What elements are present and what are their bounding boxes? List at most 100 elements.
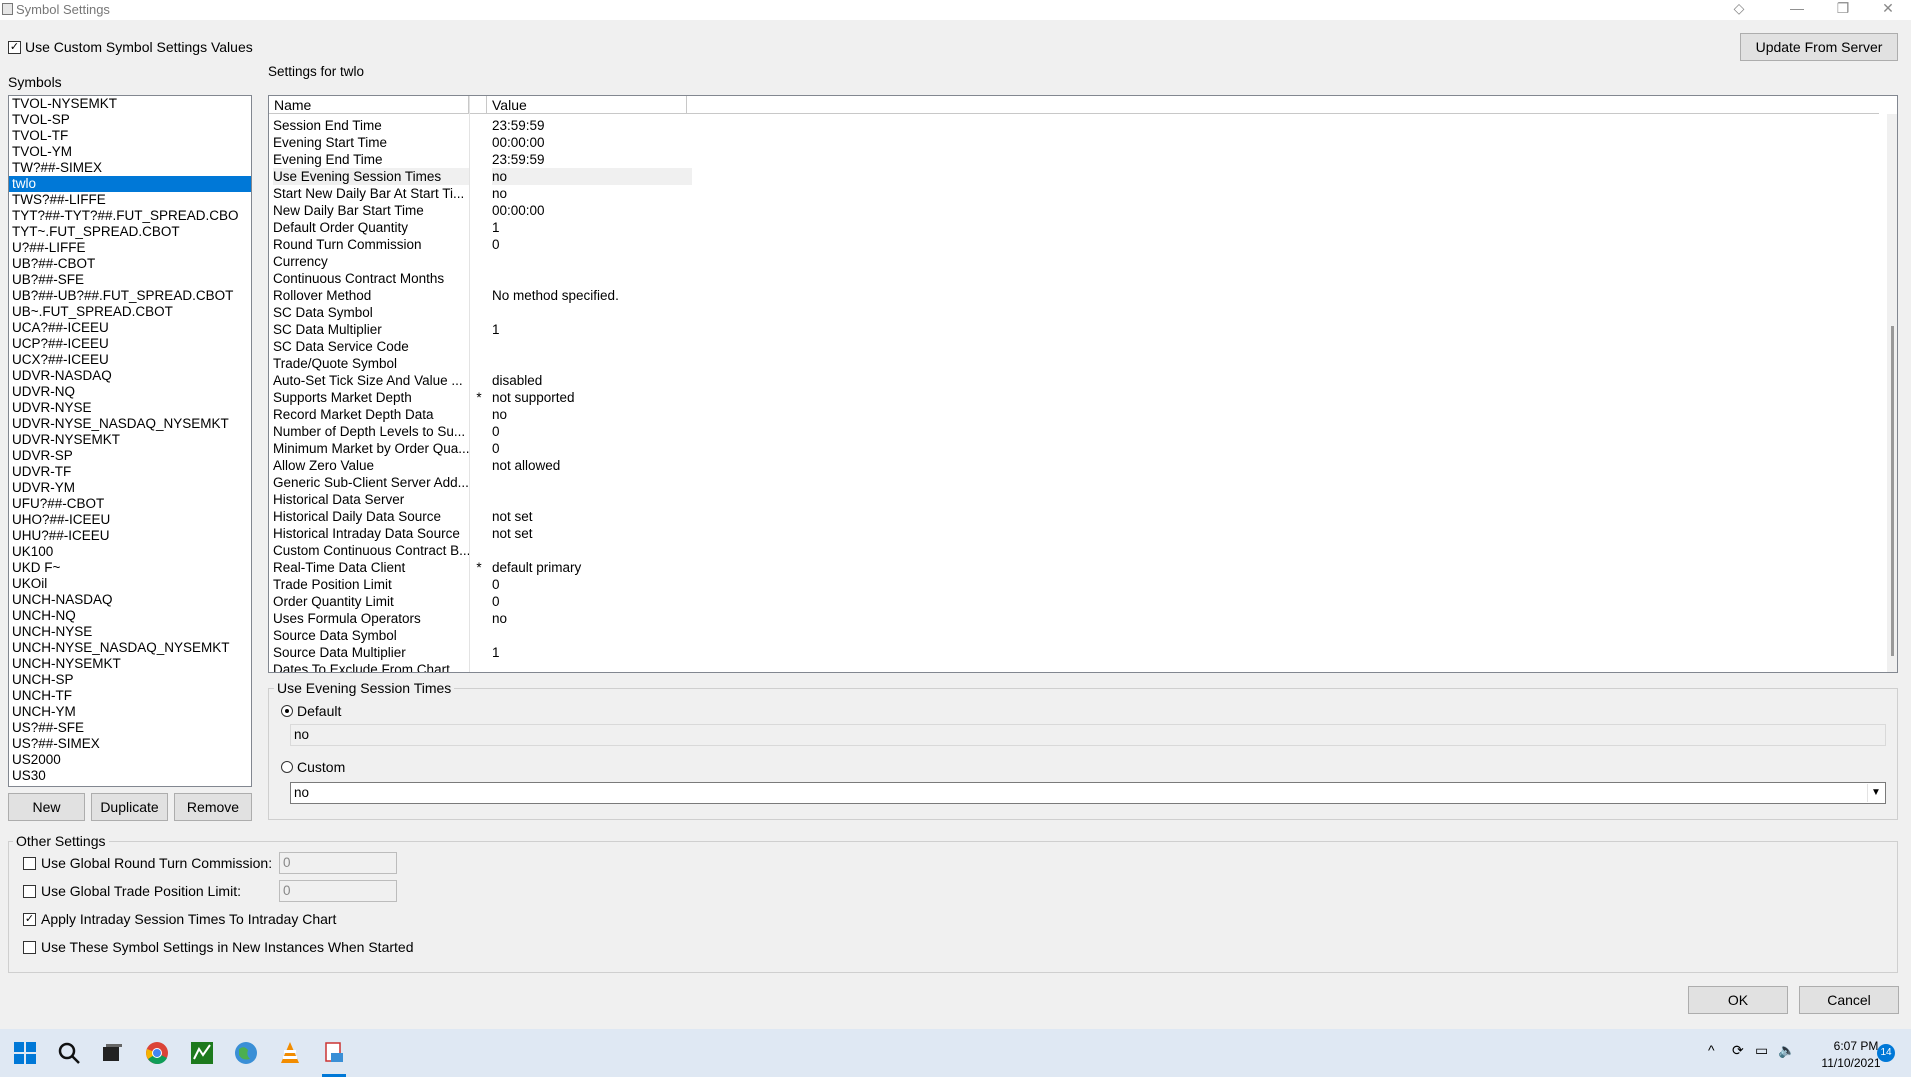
settings-row[interactable]: SC Data Symbol (269, 304, 1879, 321)
settings-row[interactable]: Historical Intraday Data Source not set (269, 525, 1879, 542)
settings-row[interactable]: Continuous Contract Months (269, 270, 1879, 287)
symbols-list[interactable]: TVOL-NYSEMKT TVOL-SP TVOL-TF TVOL-YM TW?##-S… (8, 95, 252, 787)
settings-row[interactable]: Evening End Time 23:59:59 (269, 151, 1879, 168)
custom-radio[interactable] (281, 761, 293, 773)
apply-intraday-checkbox[interactable]: ✓ (23, 913, 36, 926)
global-position-field[interactable]: 0 (279, 880, 397, 902)
symbol-list-item[interactable]: UDVR-SP (9, 448, 251, 464)
settings-row[interactable]: Custom Continuous Contract B... (269, 542, 1879, 559)
symbol-list-item[interactable]: UKD F~ (9, 560, 251, 576)
remove-button[interactable]: Remove (174, 793, 252, 821)
pin-icon[interactable]: ◇ (1716, 0, 1762, 20)
symbol-list-item[interactable]: UNCH-NYSE_NASDAQ_NYSEMKT (9, 640, 251, 656)
settings-row[interactable]: Dates To Exclude From Chart (269, 661, 1879, 672)
column-header-value[interactable]: Value (487, 96, 687, 114)
settings-row[interactable]: SC Data Multiplier 1 (269, 321, 1879, 338)
duplicate-button[interactable]: Duplicate (91, 793, 168, 821)
chevron-down-icon[interactable]: ▼ (1867, 784, 1884, 802)
settings-row[interactable]: Trade/Quote Symbol (269, 355, 1879, 372)
settings-grid[interactable]: Name Value Session End Time 23:59:59 Eveni… (268, 95, 1898, 673)
grid-scrollbar-thumb[interactable] (1891, 326, 1894, 656)
symbol-list-item[interactable]: UB?##-UB?##.FUT_SPREAD.CBOT (9, 288, 251, 304)
windows-start-icon[interactable] (13, 1041, 37, 1065)
global-position-checkbox[interactable] (23, 885, 36, 898)
settings-row[interactable]: Real-Time Data Client * default primary (269, 559, 1879, 576)
symbol-list-item[interactable]: UB?##-SFE (9, 272, 251, 288)
symbol-list-item[interactable]: UDVR-TF (9, 464, 251, 480)
symbol-list-item[interactable]: UNCH-NYSE (9, 624, 251, 640)
symbol-list-item[interactable]: UFU?##-CBOT (9, 496, 251, 512)
close-button[interactable]: ✕ (1865, 0, 1911, 20)
global-commission-field[interactable]: 0 (279, 852, 397, 874)
settings-row[interactable]: New Daily Bar Start Time 00:00:00 (269, 202, 1879, 219)
symbol-list-item[interactable]: TVOL-NYSEMKT (9, 96, 251, 112)
settings-row[interactable]: Rollover Method No method specified. (269, 287, 1879, 304)
symbol-list-item[interactable]: UDVR-YM (9, 480, 251, 496)
settings-row[interactable]: Generic Sub-Client Server Add... (269, 474, 1879, 491)
symbol-list-item[interactable]: UCP?##-ICEEU (9, 336, 251, 352)
sierra-chart-icon[interactable] (190, 1041, 214, 1065)
search-icon[interactable] (57, 1041, 81, 1065)
chrome-icon[interactable] (145, 1041, 169, 1065)
symbol-list-item[interactable]: UCA?##-ICEEU (9, 320, 251, 336)
settings-row[interactable]: SC Data Service Code (269, 338, 1879, 355)
symbol-list-item[interactable]: UNCH-SP (9, 672, 251, 688)
symbol-list-item[interactable]: TYT~.FUT_SPREAD.CBOT (9, 224, 251, 240)
task-view-icon[interactable] (100, 1041, 124, 1065)
symbol-list-item[interactable]: US?##-SFE (9, 720, 251, 736)
settings-row[interactable]: Historical Daily Data Source not set (269, 508, 1879, 525)
symbol-list-item[interactable]: UNCH-NYSEMKT (9, 656, 251, 672)
symbol-settings-app-icon[interactable] (322, 1041, 346, 1065)
settings-row[interactable]: Historical Data Server (269, 491, 1879, 508)
symbol-list-item[interactable]: US2000 (9, 752, 251, 768)
symbol-list-item[interactable]: TYT?##-TYT?##.FUT_SPREAD.CBO (9, 208, 251, 224)
chevron-up-icon[interactable]: ^ (1708, 1042, 1715, 1058)
symbol-list-item[interactable]: UNCH-NQ (9, 608, 251, 624)
settings-row[interactable]: Supports Market Depth * not supported (269, 389, 1879, 406)
clock-date[interactable]: 11/10/2021 (1816, 1056, 1886, 1070)
notification-badge[interactable]: 14 (1877, 1044, 1895, 1062)
sync-icon[interactable]: ⟳ (1732, 1042, 1744, 1059)
settings-row[interactable]: Start New Daily Bar At Start Ti... no (269, 185, 1879, 202)
new-button[interactable]: New (8, 793, 85, 821)
global-commission-checkbox[interactable] (23, 857, 36, 870)
column-header-star[interactable] (469, 96, 487, 114)
settings-row[interactable]: Minimum Market by Order Qua... 0 (269, 440, 1879, 457)
network-icon[interactable]: ▭ (1755, 1042, 1768, 1059)
symbol-list-item[interactable]: US30 (9, 768, 251, 784)
symbol-list-item[interactable]: UCX?##-ICEEU (9, 352, 251, 368)
settings-row[interactable]: Source Data Symbol (269, 627, 1879, 644)
symbol-list-item[interactable]: US?##-SIMEX (9, 736, 251, 752)
symbol-list-item[interactable]: TW?##-SIMEX (9, 160, 251, 176)
symbol-list-item[interactable]: UDVR-NASDAQ (9, 368, 251, 384)
settings-row[interactable]: Allow Zero Value not allowed (269, 457, 1879, 474)
settings-row[interactable]: Evening Start Time 00:00:00 (269, 134, 1879, 151)
settings-row[interactable]: Uses Formula Operators no (269, 610, 1879, 627)
settings-row[interactable]: Order Quantity Limit 0 (269, 593, 1879, 610)
cancel-button[interactable]: Cancel (1799, 986, 1899, 1014)
symbol-list-item[interactable]: UB?##-CBOT (9, 256, 251, 272)
default-radio[interactable] (281, 705, 293, 717)
settings-row[interactable]: Trade Position Limit 0 (269, 576, 1879, 593)
symbol-list-item[interactable]: UKOil (9, 576, 251, 592)
symbol-list-item[interactable]: twlo (9, 176, 251, 192)
minimize-button[interactable]: — (1774, 0, 1820, 20)
vlc-icon[interactable] (278, 1041, 302, 1065)
symbol-list-item[interactable]: UNCH-NASDAQ (9, 592, 251, 608)
update-from-server-button[interactable]: Update From Server (1740, 33, 1898, 61)
symbol-list-item[interactable]: UB~.FUT_SPREAD.CBOT (9, 304, 251, 320)
symbol-list-item[interactable]: UNCH-TF (9, 688, 251, 704)
symbol-list-item[interactable]: TVOL-SP (9, 112, 251, 128)
globe-icon[interactable] (234, 1041, 258, 1065)
symbol-list-item[interactable]: UHO?##-ICEEU (9, 512, 251, 528)
settings-row[interactable]: Currency (269, 253, 1879, 270)
symbol-list-item[interactable]: UDVR-NQ (9, 384, 251, 400)
settings-row[interactable]: Round Turn Commission 0 (269, 236, 1879, 253)
symbol-list-item[interactable]: U?##-LIFFE (9, 240, 251, 256)
settings-row[interactable]: Session End Time 23:59:59 (269, 117, 1879, 134)
settings-row[interactable]: Default Order Quantity 1 (269, 219, 1879, 236)
symbol-list-item[interactable]: UDVR-NYSE (9, 400, 251, 416)
symbol-list-item[interactable]: TWS?##-LIFFE (9, 192, 251, 208)
volume-icon[interactable]: 🔈 (1778, 1042, 1795, 1059)
symbol-list-item[interactable]: TVOL-TF (9, 128, 251, 144)
